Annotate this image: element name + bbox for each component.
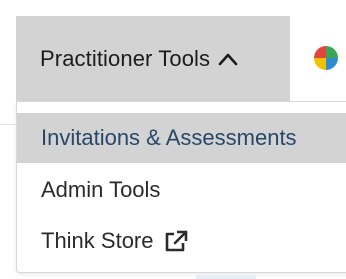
menu-item-label: Invitations & Assessments	[41, 125, 297, 150]
practitioner-tools-label: Practitioner Tools	[40, 45, 211, 71]
practitioner-tools-menu-toggle[interactable]: Practitioner Tools	[16, 16, 290, 101]
external-link-icon	[164, 230, 188, 252]
menu-item-invitations-assessments[interactable]: Invitations & Assessments	[17, 113, 346, 163]
menu-item-label: Admin Tools	[41, 177, 161, 202]
underlying-content-strip	[196, 275, 256, 279]
practitioner-tools-dropdown: Invitations & Assessments Admin Tools Th…	[16, 101, 346, 273]
menu-item-label: Think Store	[41, 228, 154, 253]
color-wheel-icon[interactable]	[313, 45, 339, 71]
chevron-up-icon	[218, 52, 238, 66]
menu-item-admin-tools[interactable]: Admin Tools	[17, 165, 346, 215]
menu-item-think-store[interactable]: Think Store	[17, 216, 346, 266]
